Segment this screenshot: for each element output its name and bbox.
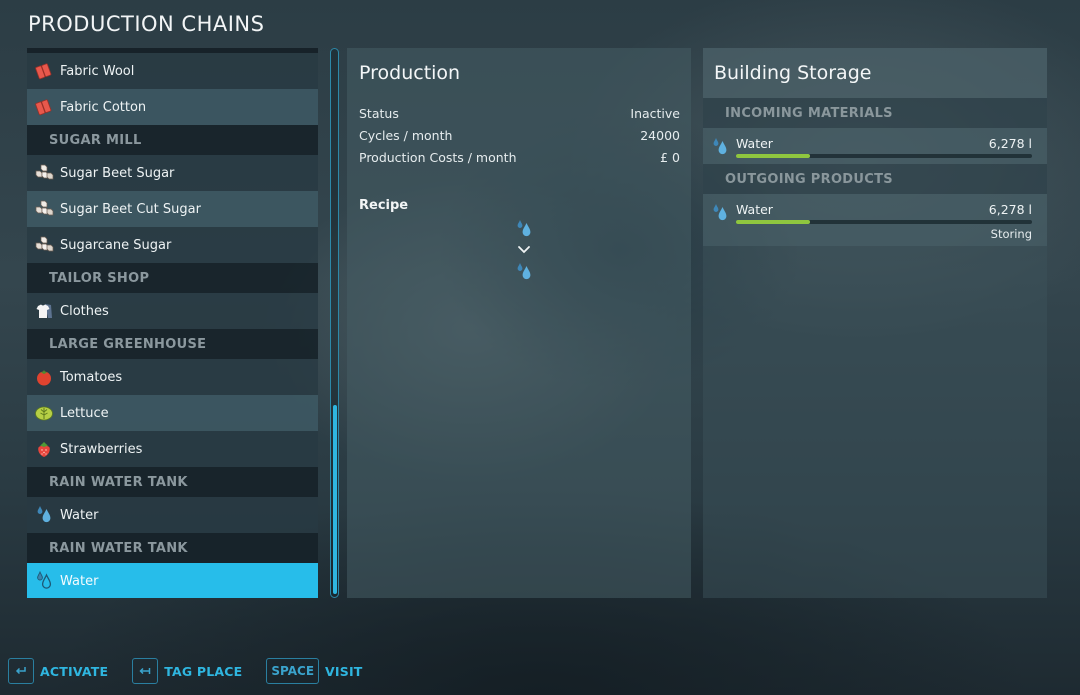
incoming-item-name: Water xyxy=(736,136,773,151)
water-drops-icon xyxy=(517,263,530,280)
list-item-label: Sugar Beet Cut Sugar xyxy=(60,201,201,217)
tomato-icon xyxy=(27,367,60,387)
water-drops-icon xyxy=(713,138,727,155)
outgoing-item-amount: 6,278 l xyxy=(988,202,1032,217)
status-value: Inactive xyxy=(630,105,680,121)
list-item[interactable]: Tomatoes xyxy=(27,359,318,395)
list-item-label: Fabric Wool xyxy=(60,63,135,79)
list-item-label: Lettuce xyxy=(60,405,109,421)
list-section-header: TAILOR SHOP xyxy=(27,263,318,293)
list-item[interactable]: Fabric Wool xyxy=(27,53,318,89)
water-drops-outline-icon xyxy=(27,571,60,591)
list-section-header: SUGAR MILL xyxy=(27,125,318,155)
list-item-label: Fabric Cotton xyxy=(60,99,147,115)
tag-place-label: TAG PLACE xyxy=(164,663,243,679)
list-item[interactable]: Water xyxy=(27,497,318,533)
water-drops-icon xyxy=(517,220,530,237)
costs-row: Production Costs / month £ 0 xyxy=(359,146,680,168)
costs-label: Production Costs / month xyxy=(359,149,517,165)
cycles-label: Cycles / month xyxy=(359,127,453,143)
sugar-cubes-icon xyxy=(27,199,60,219)
footer-hints: ACTIVATE TAG PLACE SPACE VISIT xyxy=(8,658,387,684)
tab-key[interactable] xyxy=(132,658,159,684)
status-row: Status Inactive xyxy=(359,102,680,124)
fabric-icon xyxy=(27,97,60,117)
list-item[interactable]: Sugarcane Sugar xyxy=(27,227,318,263)
list-item-label: Sugarcane Sugar xyxy=(60,237,172,253)
list-section-header: RAIN WATER TANK xyxy=(27,467,318,497)
outgoing-item-state: Storing xyxy=(990,227,1032,241)
list-item-label: Tomatoes xyxy=(60,369,123,385)
water-drops-icon xyxy=(713,204,727,221)
enter-key[interactable] xyxy=(8,658,34,684)
costs-value: £ 0 xyxy=(660,149,680,165)
enter-key-icon xyxy=(15,667,26,675)
space-key[interactable]: SPACE xyxy=(266,658,320,684)
list-item-label: Sugar Beet Sugar xyxy=(60,165,175,181)
list-item[interactable]: Fabric Cotton xyxy=(27,89,318,125)
incoming-fill-bar-level xyxy=(736,154,810,158)
incoming-fill-bar xyxy=(736,154,1032,158)
list-item[interactable]: Strawberries xyxy=(27,431,318,467)
lettuce-icon xyxy=(27,403,60,423)
cycles-row: Cycles / month 24000 xyxy=(359,124,680,146)
chevron-down-icon xyxy=(517,246,530,254)
building-storage-panel: Building Storage INCOMING MATERIALS Wate… xyxy=(703,48,1047,598)
list-section-header: LARGE GREENHOUSE xyxy=(27,329,318,359)
strawberry-icon xyxy=(27,439,60,459)
outgoing-item-name: Water xyxy=(736,202,773,217)
fabric-icon xyxy=(27,61,60,81)
production-chain-list: Fabric Wool Fabric Cotton SUGAR MILL Sugar … xyxy=(27,48,318,598)
storage-title: Building Storage xyxy=(714,62,872,84)
sugar-cubes-icon xyxy=(27,235,60,255)
storage-header: Building Storage xyxy=(703,48,1047,98)
list-item-label: Water xyxy=(60,507,99,523)
list-section-header: RAIN WATER TANK xyxy=(27,533,318,563)
outgoing-products-header: OUTGOING PRODUCTS xyxy=(703,164,1047,194)
visit-hint[interactable]: SPACE VISIT xyxy=(266,658,362,684)
page-title: PRODUCTION CHAINS xyxy=(28,12,265,36)
tab-key-icon xyxy=(139,667,151,675)
outgoing-fill-bar-level xyxy=(736,220,810,224)
list-item[interactable]: Sugar Beet Sugar xyxy=(27,155,318,191)
clothes-icon xyxy=(27,301,60,321)
activate-hint[interactable]: ACTIVATE xyxy=(8,658,108,684)
recipe-title: Recipe xyxy=(359,198,409,213)
list-item-selected[interactable]: Water xyxy=(27,563,318,598)
tag-place-hint[interactable]: TAG PLACE xyxy=(132,658,242,684)
sugar-cubes-icon xyxy=(27,163,60,183)
list-rows: Fabric Wool Fabric Cotton SUGAR MILL Sugar … xyxy=(27,53,318,598)
production-title: Production xyxy=(359,62,461,84)
outgoing-item-water: Water 6,278 l Storing xyxy=(703,194,1047,246)
list-item[interactable]: Lettuce xyxy=(27,395,318,431)
list-scrollbar[interactable] xyxy=(330,48,339,598)
scrollbar-thumb[interactable] xyxy=(332,405,337,594)
list-item-label: Water xyxy=(60,573,99,589)
status-label: Status xyxy=(359,105,399,121)
activate-label: ACTIVATE xyxy=(40,663,109,679)
incoming-item-water: Water 6,278 l xyxy=(703,128,1047,164)
list-item-label: Strawberries xyxy=(60,441,143,457)
production-panel: Production Status Inactive Cycles / mont… xyxy=(347,48,691,598)
incoming-materials-header: INCOMING MATERIALS xyxy=(703,98,1047,128)
cycles-value: 24000 xyxy=(640,127,680,143)
outgoing-fill-bar xyxy=(736,220,1032,224)
incoming-item-amount: 6,278 l xyxy=(988,136,1032,151)
water-drops-icon xyxy=(27,505,60,525)
visit-label: VISIT xyxy=(325,663,363,679)
list-item[interactable]: Sugar Beet Cut Sugar xyxy=(27,191,318,227)
list-item[interactable]: Clothes xyxy=(27,293,318,329)
recipe-flow xyxy=(359,219,680,282)
list-item-label: Clothes xyxy=(60,303,109,319)
